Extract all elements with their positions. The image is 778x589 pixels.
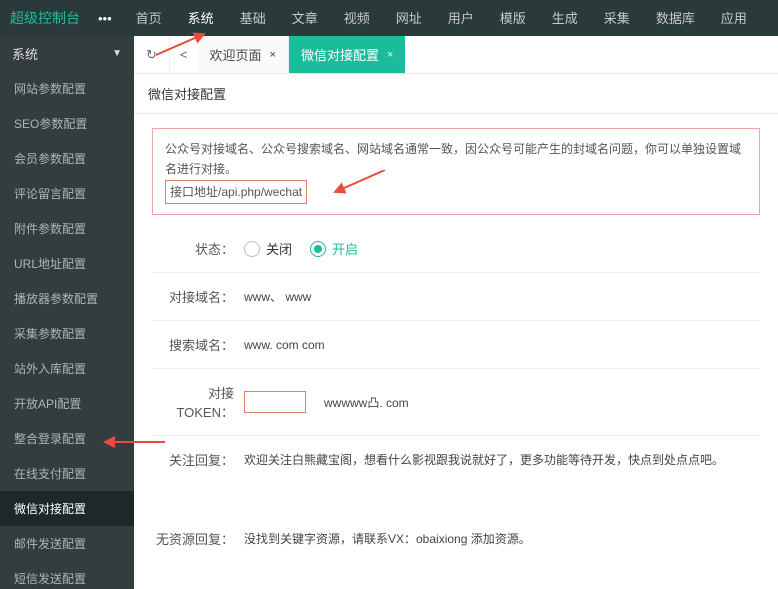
nav-user[interactable]: 用户: [444, 0, 478, 38]
nav-system[interactable]: 系统: [184, 0, 218, 38]
row-status: 状态： 关闭 开启: [152, 229, 760, 268]
tab-wechat-label: 微信对接配置: [301, 45, 379, 64]
nav-basic[interactable]: 基础: [236, 0, 270, 38]
domain-value[interactable]: www、 www: [244, 288, 311, 305]
nav-app[interactable]: 应用: [717, 0, 751, 38]
radio-status-on[interactable]: 开启: [310, 239, 358, 258]
row-follow: 关注回复： 欢迎关注白熊藏宝阁，想看什么影视跟我说就好了，更多功能等待开发，快点…: [152, 440, 760, 479]
nav-collect[interactable]: 采集: [600, 0, 634, 38]
sidebar-item-attachment[interactable]: 附件参数配置: [0, 211, 134, 246]
label-status: 状态：: [152, 239, 234, 258]
sidebar-item-wechat[interactable]: 微信对接配置: [0, 491, 134, 526]
token-extra: wwwww凸. com: [324, 394, 409, 411]
brand: 超级控制台: [10, 8, 80, 28]
nav-url[interactable]: 网址: [392, 0, 426, 38]
label-search: 搜索域名：: [152, 335, 234, 354]
api-path-box: 接口地址/api.php/wechat: [165, 180, 307, 204]
label-domain: 对接域名：: [152, 287, 234, 306]
follow-value[interactable]: 欢迎关注白熊藏宝阁，想看什么影视跟我说就好了，更多功能等待开发，快点到处点点吧。: [244, 451, 724, 468]
sidebar-item-external[interactable]: 站外入库配置: [0, 351, 134, 386]
tab-wechat[interactable]: 微信对接配置 ×: [289, 36, 405, 73]
main: ↻ < 欢迎页面 × 微信对接配置 × 微信对接配置 公众号对接域名、公众号搜索…: [134, 36, 778, 589]
sidebar-item-collect[interactable]: 采集参数配置: [0, 316, 134, 351]
caret-down-icon: ▼: [112, 48, 122, 59]
nav-home[interactable]: 首页: [132, 0, 166, 38]
radio-status-off[interactable]: 关闭: [244, 239, 292, 258]
sidebar: 系统 ▼ 网站参数配置 SEO参数配置 会员参数配置 评论留言配置 附件参数配置…: [0, 36, 134, 589]
label-token: 对接TOKEN：: [152, 383, 234, 421]
content: 公众号对接域名、公众号搜索域名、网站域名通常一致，因公众号可能产生的封域名问题，…: [134, 114, 778, 589]
topbar: 超级控制台 ••• 首页 系统 基础 文章 视频 网址 用户 模版 生成 采集 …: [0, 0, 778, 36]
nav-video[interactable]: 视频: [340, 0, 374, 38]
row-token: 对接TOKEN： wwwww凸. com: [152, 373, 760, 431]
sidebar-header[interactable]: 系统 ▼: [0, 36, 134, 71]
sidebar-item-seo[interactable]: SEO参数配置: [0, 106, 134, 141]
sidebar-title: 系统: [12, 44, 38, 63]
page-subtitle: 微信对接配置: [134, 74, 778, 114]
nav-database[interactable]: 数据库: [652, 0, 699, 38]
sidebar-item-api[interactable]: 开放API配置: [0, 386, 134, 421]
sidebar-item-login[interactable]: 整合登录配置: [0, 421, 134, 456]
row-nores: 无资源回复： 没找到关键字资源，请联系VX：obaixiong 添加资源。: [152, 519, 760, 558]
menu-dots-icon[interactable]: •••: [98, 11, 112, 26]
sidebar-item-member[interactable]: 会员参数配置: [0, 141, 134, 176]
prev-tab-icon[interactable]: <: [170, 47, 198, 62]
close-icon[interactable]: ×: [387, 49, 393, 61]
nav-article[interactable]: 文章: [288, 0, 322, 38]
search-value[interactable]: www. com com: [244, 338, 325, 352]
notice-box: 公众号对接域名、公众号搜索域名、网站域名通常一致，因公众号可能产生的封域名问题，…: [152, 128, 760, 215]
nav-generate[interactable]: 生成: [548, 0, 582, 38]
token-input-highlight[interactable]: [244, 391, 306, 413]
tab-welcome[interactable]: 欢迎页面 ×: [198, 36, 289, 73]
close-icon[interactable]: ×: [270, 49, 276, 61]
tab-welcome-label: 欢迎页面: [210, 45, 262, 64]
sidebar-item-email[interactable]: 邮件发送配置: [0, 526, 134, 561]
refresh-icon[interactable]: ↻: [134, 36, 170, 73]
notice-line1: 公众号对接域名、公众号搜索域名、网站域名通常一致，因公众号可能产生的封域名问题，…: [165, 139, 747, 180]
sidebar-item-sms[interactable]: 短信发送配置: [0, 561, 134, 589]
label-follow: 关注回复：: [152, 450, 234, 469]
row-domain: 对接域名： www、 www: [152, 277, 760, 316]
radio-icon: [244, 241, 260, 257]
sidebar-item-comment[interactable]: 评论留言配置: [0, 176, 134, 211]
row-search: 搜索域名： www. com com: [152, 325, 760, 364]
sidebar-item-website[interactable]: 网站参数配置: [0, 71, 134, 106]
sidebar-item-player[interactable]: 播放器参数配置: [0, 281, 134, 316]
sidebar-item-payment[interactable]: 在线支付配置: [0, 456, 134, 491]
nav-template[interactable]: 模版: [496, 0, 530, 38]
radio-checked-icon: [310, 241, 326, 257]
label-nores: 无资源回复：: [152, 529, 234, 548]
nores-value[interactable]: 没找到关键字资源，请联系VX：obaixiong 添加资源。: [244, 530, 531, 547]
tabbar: ↻ < 欢迎页面 × 微信对接配置 ×: [134, 36, 778, 74]
top-nav: 首页 系统 基础 文章 视频 网址 用户 模版 生成 采集 数据库 应用: [132, 0, 751, 38]
sidebar-item-url[interactable]: URL地址配置: [0, 246, 134, 281]
